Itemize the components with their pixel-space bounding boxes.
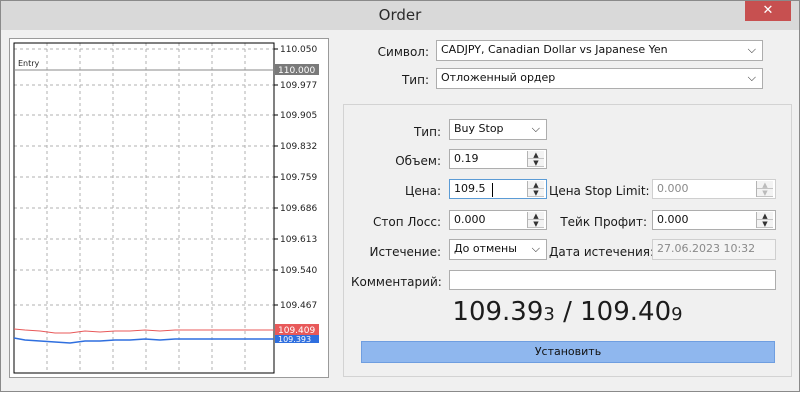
entry-label: Entry: [18, 59, 40, 68]
order-type-select[interactable]: Buy Stop ⌵: [449, 119, 547, 140]
order-type-value: Buy Stop: [454, 122, 504, 135]
chevron-down-icon: ⌵: [531, 122, 540, 135]
arrow-down-icon[interactable]: ▼: [757, 220, 773, 228]
chart-canvas: Entry 110.050 109.977 109.905 109.832 109.75…: [13, 42, 319, 374]
bid-ask-quote: 109.393 / 109.409: [343, 297, 792, 327]
window-title: Order: [378, 6, 422, 24]
price-axis-label: 109.467: [280, 301, 317, 311]
symbol-label: Символ:: [377, 45, 429, 59]
price-axis-label: 109.759: [280, 173, 317, 183]
price-stepper[interactable]: 109.5 ▲ ▼: [449, 179, 547, 199]
price-label: Цена:: [405, 184, 441, 198]
ask-price-line: [13, 328, 274, 334]
order-window: Order ✕ Entry 110.050 109.977 109.905 109.8…: [0, 0, 800, 392]
price-axis-label: 109.977: [280, 81, 317, 91]
ask-price-main: 109.40: [580, 297, 672, 327]
stop-loss-label: Стоп Лосс:: [373, 215, 441, 229]
take-profit-value: 0.000: [657, 213, 689, 226]
price-axis-label: 109.686: [280, 204, 317, 214]
stop-limit-spin[interactable]: ▲ ▼: [756, 181, 773, 197]
price-axis-label: 109.832: [280, 142, 317, 152]
arrow-down-icon[interactable]: ▼: [757, 189, 773, 197]
bid-price-main: 109.39: [452, 297, 544, 327]
price-chart: Entry 110.050 109.977 109.905 109.832 109.75…: [9, 38, 329, 378]
price-axis-label: 109.613: [280, 235, 317, 245]
volume-stepper[interactable]: 0.19 ▲ ▼: [449, 149, 547, 169]
bid-price-line: [13, 337, 274, 344]
order-type-label: Тип:: [413, 125, 441, 139]
order-kind-value: Отложенный ордер: [441, 71, 556, 84]
expiry-label: Истечение:: [369, 245, 442, 259]
arrow-up-icon[interactable]: ▲: [528, 181, 544, 189]
close-button[interactable]: ✕: [745, 1, 791, 21]
take-profit-stepper[interactable]: 0.000 ▲ ▼: [652, 210, 776, 230]
arrow-down-icon[interactable]: ▼: [528, 220, 544, 228]
title-bar: Order ✕: [1, 1, 799, 30]
stop-loss-stepper[interactable]: 0.000 ▲ ▼: [449, 210, 547, 230]
bid-price-tag: 109.393: [278, 335, 311, 344]
symbol-value: CADJPY, Canadian Dollar vs Japanese Yen: [441, 43, 668, 56]
stop-loss-spin[interactable]: ▲ ▼: [527, 212, 544, 228]
comment-input[interactable]: [449, 270, 776, 290]
arrow-up-icon[interactable]: ▲: [757, 181, 773, 189]
price-axis-label: 109.905: [280, 111, 317, 121]
stop-limit-stepper[interactable]: 0.000 ▲ ▼: [652, 179, 776, 199]
order-kind-select[interactable]: Отложенный ордер ⌵: [436, 68, 763, 89]
arrow-down-icon[interactable]: ▼: [528, 159, 544, 167]
volume-value: 0.19: [454, 152, 479, 165]
chevron-down-icon: ⌵: [747, 43, 756, 56]
price-spin[interactable]: ▲ ▼: [527, 181, 544, 197]
arrow-down-icon[interactable]: ▼: [528, 189, 544, 197]
take-profit-spin[interactable]: ▲ ▼: [756, 212, 773, 228]
take-profit-label: Тейк Профит:: [560, 215, 647, 229]
bid-price-small: 3: [543, 304, 555, 325]
stop-limit-value: 0.000: [657, 182, 689, 195]
stop-limit-label: Цена Stop Limit:: [549, 184, 650, 198]
chevron-down-icon: ⌵: [747, 71, 756, 84]
stop-loss-value: 0.000: [454, 213, 486, 226]
comment-label: Комментарий:: [351, 275, 442, 289]
ask-price-small: 9: [671, 304, 683, 325]
volume-label: Объем:: [395, 154, 441, 168]
entry-price-tag: 110.000: [278, 66, 315, 76]
expiry-date-field[interactable]: 27.06.2023 10:32: [652, 239, 776, 260]
chevron-down-icon: ⌵: [531, 242, 540, 255]
arrow-up-icon[interactable]: ▲: [757, 212, 773, 220]
type-label: Тип:: [401, 73, 429, 87]
expiry-date-label: Дата истечения:: [549, 245, 655, 259]
expiry-select[interactable]: До отмены ⌵: [449, 239, 547, 260]
place-order-button[interactable]: Установить: [361, 341, 775, 363]
price-axis-label: 110.050: [280, 45, 317, 55]
expiry-date-value: 27.06.2023 10:32: [657, 242, 756, 255]
quote-separator: /: [554, 297, 581, 327]
arrow-up-icon[interactable]: ▲: [528, 212, 544, 220]
symbol-select[interactable]: CADJPY, Canadian Dollar vs Japanese Yen …: [436, 40, 763, 61]
expiry-value: До отмены: [454, 242, 517, 255]
volume-spin[interactable]: ▲ ▼: [527, 151, 544, 167]
price-axis-label: 109.540: [280, 266, 317, 276]
text-cursor: [492, 183, 493, 197]
arrow-up-icon[interactable]: ▲: [528, 151, 544, 159]
price-value: 109.5: [454, 182, 486, 195]
